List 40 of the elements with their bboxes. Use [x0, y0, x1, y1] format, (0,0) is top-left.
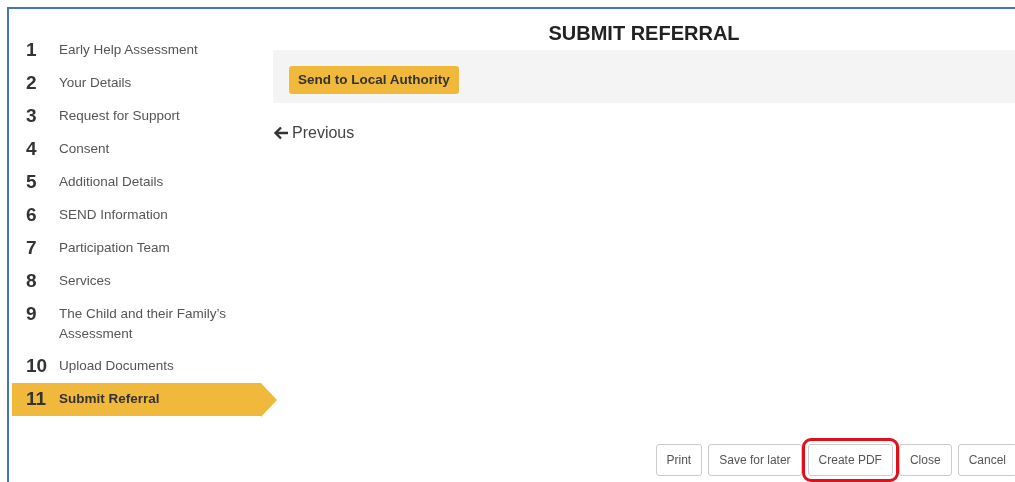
step-label: The Child and their Family’s Assessment — [59, 305, 228, 343]
step-item[interactable]: 1 Early Help Assessment — [12, 34, 261, 67]
step-label: SEND Information — [59, 206, 169, 224]
send-button[interactable]: Send to Local Authority — [289, 66, 459, 95]
step-number: 3 — [26, 106, 38, 126]
step-number: 11 — [26, 389, 48, 409]
step-number: 8 — [26, 271, 38, 291]
step-label: Your Details — [59, 74, 133, 92]
step-label: Upload Documents — [59, 357, 175, 375]
step-number: 6 — [26, 205, 38, 225]
step-number: 10 — [26, 356, 49, 376]
step-label: Services — [59, 272, 112, 290]
step-number: 1 — [26, 40, 38, 60]
footer-button[interactable]: Save for later — [708, 444, 802, 476]
step-item[interactable]: 5 Additional Details — [12, 166, 261, 199]
step-item[interactable]: 6 SEND Information — [12, 199, 261, 232]
step-number: 2 — [26, 73, 38, 93]
step-label: Additional Details — [59, 173, 165, 191]
step-item[interactable]: 9 The Child and their Family’s Assessment — [12, 298, 261, 350]
page-title: SUBMIT REFERRAL — [547, 21, 741, 46]
step-item[interactable]: 7 Participation Team — [12, 232, 261, 265]
footer-button[interactable]: Close — [898, 444, 952, 476]
step-label: Submit Referral — [59, 390, 161, 408]
step-item[interactable]: 4 Consent — [12, 133, 261, 166]
back-arrow-icon — [273, 126, 289, 140]
step-number: 5 — [26, 172, 38, 192]
step-label: Early Help Assessment — [59, 41, 199, 59]
step-item[interactable]: 3 Request for Support — [12, 100, 261, 133]
step-item[interactable]: 2 Your Details — [12, 67, 261, 100]
footer-button[interactable]: Print — [655, 444, 703, 476]
step-item[interactable]: 8 Services — [12, 265, 261, 298]
step-label: Consent — [59, 140, 111, 158]
footer-button[interactable]: Cancel — [957, 444, 1015, 476]
step-label: Participation Team — [59, 239, 171, 257]
step-number: 4 — [26, 139, 38, 159]
step-label: Request for Support — [59, 107, 181, 125]
step-number: 9 — [26, 304, 38, 324]
step-number: 7 — [26, 238, 38, 258]
previous-link[interactable]: Previous — [273, 121, 355, 145]
step-item[interactable]: 10 Upload Documents — [12, 350, 261, 383]
